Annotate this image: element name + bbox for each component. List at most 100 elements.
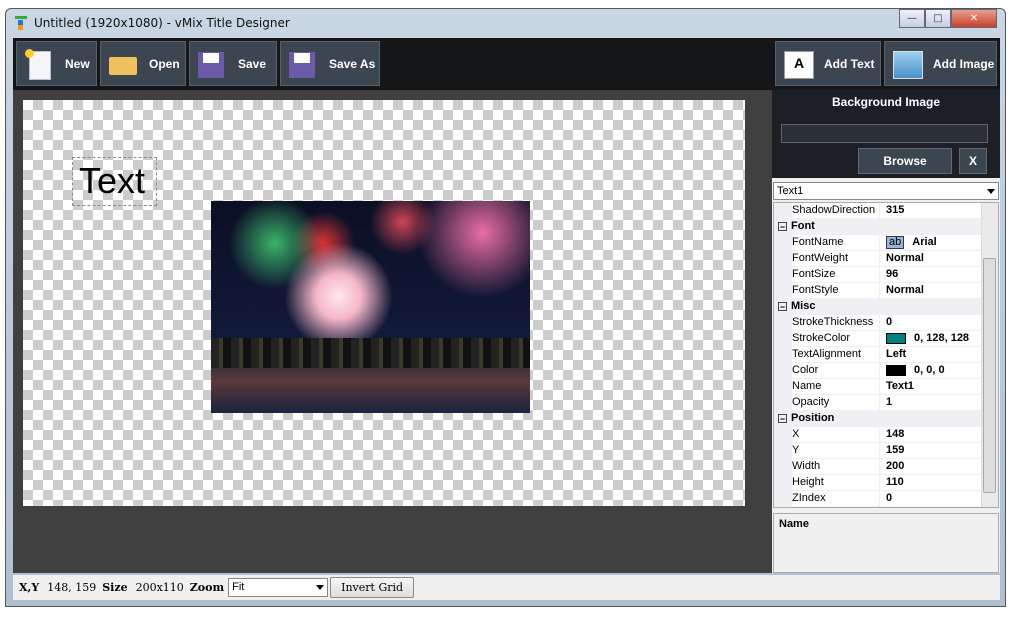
add-image-button[interactable]: Add Image [884,41,997,86]
background-image-panel: Background Image Browse X [772,90,1000,178]
property-name: StrokeThickness [792,315,880,330]
property-value[interactable]: 159 [886,443,904,458]
property-row[interactable]: Width 200 [774,459,998,475]
fireworks-image-element[interactable] [211,201,530,413]
text-icon: A [784,49,814,79]
text-element[interactable]: Text [72,157,157,206]
zoom-select[interactable]: Fit [228,578,329,597]
property-row[interactable]: Y 159 [774,443,998,459]
property-row[interactable]: Opacity 1 [774,395,998,411]
property-description: Name [773,513,999,573]
property-row[interactable]: StrokeColor 0, 128, 128 [774,331,998,347]
property-row[interactable]: Color 0, 0, 0 [774,363,998,379]
image-icon [893,49,923,79]
save-button[interactable]: Save [189,41,277,86]
new-file-icon [25,48,53,80]
right-panel: Background Image Browse X Text1 ShadowDi… [772,90,1000,573]
property-value[interactable]: Normal [886,251,924,266]
new-button[interactable]: New [16,41,97,86]
background-image-path-input[interactable] [781,124,988,143]
chevron-down-icon [316,585,325,590]
property-row[interactable]: FontWeight Normal [774,251,998,267]
property-value[interactable]: 110 [886,475,904,490]
collapse-icon[interactable]: − [778,222,787,232]
property-value[interactable]: 1 [886,395,892,410]
xy-label: X,Y [19,581,40,594]
property-row[interactable]: FontSize 96 [774,267,998,283]
property-row[interactable]: Name Text1 [774,379,998,395]
property-name: ZIndex [792,491,880,506]
property-row[interactable]: TextAlignment Left [774,347,998,363]
property-name: X [792,427,880,442]
color-swatch [886,333,906,344]
element-selector[interactable]: Text1 [773,182,999,200]
minimize-button[interactable]: — [899,9,925,28]
property-name: ShadowDirection [792,203,880,218]
property-name: Height [792,475,880,490]
property-category[interactable]: − Font [774,219,998,235]
property-name: FontStyle [792,283,880,298]
property-name: FontWeight [792,251,880,266]
toolbar: New Open Save Save As A Add Text Add Imag… [13,38,1000,90]
property-row[interactable]: Height 110 [774,475,998,491]
property-name: FontName [792,235,880,250]
save-as-button[interactable]: Save As [280,41,380,86]
size-value: 200x110 [135,581,184,594]
invert-grid-button[interactable]: Invert Grid [330,577,415,598]
size-label: Size [102,581,128,594]
collapse-icon[interactable]: − [778,414,787,424]
chevron-down-icon [987,189,995,194]
xy-value: 148, 159 [47,581,97,594]
property-name: TextAlignment [792,347,880,362]
floppy-disk-icon [198,49,226,79]
property-row[interactable]: X 148 [774,427,998,443]
maximize-button[interactable]: □ [925,9,951,28]
property-name: Width [792,459,880,474]
property-name: FontSize [792,267,880,282]
property-name: Color [792,363,880,378]
font-preview: ab [886,236,905,249]
open-button[interactable]: Open [100,41,186,86]
property-row[interactable]: FontName ab Arial [774,235,998,251]
design-area: Text [13,90,772,573]
vmix-logo-icon [15,16,27,30]
property-name: Opacity [792,395,880,410]
property-value[interactable]: 0 [886,315,892,330]
property-row[interactable]: ZIndex 0 [774,491,998,507]
property-value[interactable]: 148 [886,427,904,442]
property-value[interactable]: Normal [886,283,924,298]
collapse-icon[interactable]: − [778,302,787,312]
background-image-heading: Background Image [831,95,941,109]
property-value[interactable]: 96 [886,267,898,282]
property-row[interactable]: FontStyle Normal [774,283,998,299]
property-category[interactable]: − Misc [774,299,998,315]
clear-background-button[interactable]: X [959,148,987,174]
floppy-disk-icon [289,49,317,79]
property-name: Name [792,379,880,394]
add-text-button[interactable]: A Add Text [775,41,881,86]
browse-button[interactable]: Browse [858,148,952,174]
property-value[interactable]: Text1 [886,379,914,394]
property-row[interactable]: ShadowDirection 315 [774,203,998,219]
scrollbar-thumb[interactable] [983,258,996,493]
property-value[interactable]: 315 [886,203,904,218]
property-value[interactable]: Left [886,347,906,362]
property-value[interactable]: 0, 128, 128 [914,331,969,346]
property-grid: ShadowDirection 315− Font FontName ab Arial Fo… [773,202,999,508]
zoom-label: Zoom [189,581,225,594]
canvas[interactable]: Text [23,100,745,506]
property-category[interactable]: − Position [774,411,998,427]
property-name: StrokeColor [792,331,880,346]
property-grid-scrollbar[interactable] [981,203,998,507]
folder-icon [109,49,137,79]
close-button[interactable]: ✕ [951,9,997,28]
property-value[interactable]: 0 [886,491,892,506]
property-value[interactable]: 200 [886,459,904,474]
status-bar: X,Y 148, 159 Size 200x110 Zoom Fit Inver… [13,575,1000,600]
property-value[interactable]: 0, 0, 0 [914,363,945,378]
property-value[interactable]: Arial [912,235,936,250]
property-name: Y [792,443,880,458]
color-swatch [886,365,906,376]
window-title: Untitled (1920x1080) - vMix Title Design… [34,16,290,30]
property-row[interactable]: StrokeThickness 0 [774,315,998,331]
